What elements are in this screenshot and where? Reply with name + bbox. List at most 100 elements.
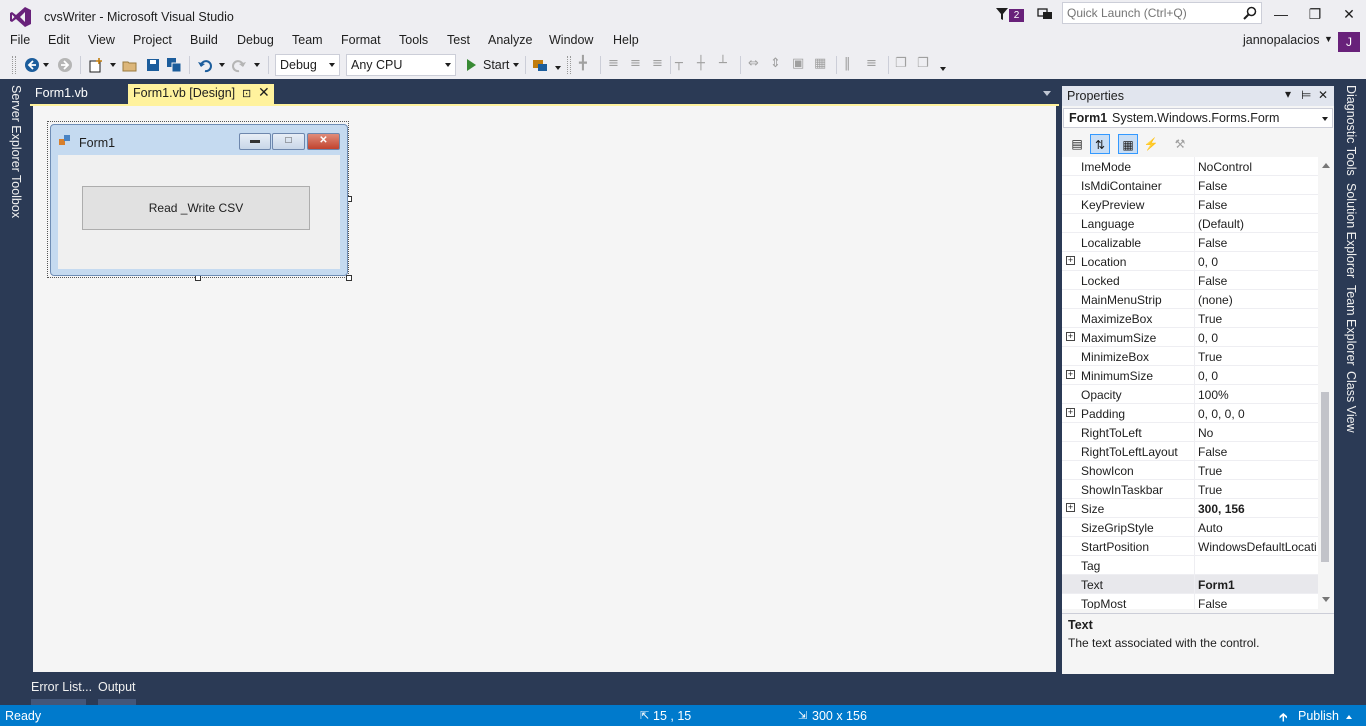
active-files-chevron-down-icon[interactable] xyxy=(1043,91,1051,96)
property-value[interactable]: False xyxy=(1198,445,1316,459)
align-bottoms-icon[interactable]: ┴ xyxy=(719,56,727,71)
tab-toolbox[interactable]: Toolbox xyxy=(9,175,23,218)
open-file-icon[interactable] xyxy=(122,57,138,73)
start-play-icon[interactable] xyxy=(463,57,479,73)
property-row[interactable]: Locked False xyxy=(1062,271,1318,290)
property-value[interactable]: 0, 0 xyxy=(1198,369,1316,383)
save-all-icon[interactable] xyxy=(166,57,182,73)
browser-link-chevron-down-icon[interactable] xyxy=(555,66,561,70)
property-row[interactable]: ShowIcon True xyxy=(1062,461,1318,480)
send-to-back-icon[interactable]: ❐ xyxy=(917,56,929,71)
redo-icon[interactable] xyxy=(231,57,247,73)
close-icon[interactable]: ✕ xyxy=(1318,88,1328,102)
property-row[interactable]: + Size 300, 156 xyxy=(1062,499,1318,518)
solution-configuration-dropdown[interactable]: Debug xyxy=(275,54,340,76)
expand-plus-icon[interactable]: + xyxy=(1066,408,1075,417)
property-value[interactable]: False xyxy=(1198,236,1316,250)
start-chevron-down-icon[interactable] xyxy=(513,63,519,67)
alphabetical-sort-icon[interactable]: ⇅ xyxy=(1090,134,1110,154)
tab-solution-explorer[interactable]: Solution Explorer xyxy=(1344,183,1358,278)
menu-build[interactable]: Build xyxy=(190,33,218,47)
property-value[interactable]: WindowsDefaultLocation xyxy=(1198,540,1316,554)
align-rights-icon[interactable]: ≡ xyxy=(652,56,663,71)
notifications-flag-icon[interactable] xyxy=(995,7,1009,21)
menu-analyze[interactable]: Analyze xyxy=(488,33,532,47)
property-row[interactable]: Localizable False xyxy=(1062,233,1318,252)
menu-file[interactable]: File xyxy=(10,33,30,47)
property-row[interactable]: + MaximumSize 0, 0 xyxy=(1062,328,1318,347)
property-value[interactable]: 0, 0 xyxy=(1198,255,1316,269)
property-row[interactable]: + MinimumSize 0, 0 xyxy=(1062,366,1318,385)
align-centers-icon[interactable]: ≡ xyxy=(630,56,641,71)
property-row[interactable]: + Location 0, 0 xyxy=(1062,252,1318,271)
search-icon[interactable] xyxy=(1243,6,1257,20)
navigate-back-icon[interactable] xyxy=(24,57,40,73)
property-value[interactable]: False xyxy=(1198,274,1316,288)
menu-project[interactable]: Project xyxy=(133,33,172,47)
resize-handle-bottom-right[interactable] xyxy=(346,275,352,281)
menu-edit[interactable]: Edit xyxy=(48,33,70,47)
start-debugging-button[interactable]: Start xyxy=(483,58,509,72)
publish-button[interactable]: Publish xyxy=(1298,709,1339,723)
design-surface[interactable]: Form1 ▬ □ ✕ Read _Write CSV xyxy=(33,106,1056,672)
scrollbar-thumb[interactable] xyxy=(1321,392,1329,562)
property-value[interactable]: False xyxy=(1198,179,1316,193)
solution-platform-dropdown[interactable]: Any CPU xyxy=(346,54,456,76)
form1-window[interactable]: Form1 ▬ □ ✕ Read _Write CSV xyxy=(50,124,348,276)
quick-launch-box[interactable] xyxy=(1062,2,1262,24)
property-grid-scrollbar[interactable] xyxy=(1318,157,1334,609)
expand-plus-icon[interactable]: + xyxy=(1066,503,1075,512)
property-pages-wrench-icon[interactable]: ⚒ xyxy=(1170,134,1190,154)
property-row[interactable]: KeyPreview False xyxy=(1062,195,1318,214)
property-value[interactable]: (none) xyxy=(1198,293,1316,307)
property-value[interactable]: True xyxy=(1198,464,1316,478)
property-row[interactable]: Tag xyxy=(1062,556,1318,575)
toolbar-overflow-chevron-icon[interactable] xyxy=(940,67,946,71)
property-row[interactable]: + Padding 0, 0, 0, 0 xyxy=(1062,404,1318,423)
property-row[interactable]: ImeMode NoControl xyxy=(1062,157,1318,176)
property-value[interactable]: 0, 0, 0, 0 xyxy=(1198,407,1316,421)
property-value[interactable]: No xyxy=(1198,426,1316,440)
notification-count-badge[interactable]: 2 xyxy=(1009,9,1024,22)
size-to-grid-icon[interactable]: ▦ xyxy=(814,56,826,71)
make-same-width-icon[interactable]: ⇔ xyxy=(748,56,759,71)
property-value[interactable]: False xyxy=(1198,597,1316,609)
tab-form1-vb[interactable]: Form1.vb xyxy=(30,84,93,104)
restore-button[interactable]: ❐ xyxy=(1300,4,1330,26)
property-row[interactable]: Text Form1 xyxy=(1062,575,1318,594)
align-middles-icon[interactable]: ┼ xyxy=(697,56,705,71)
menu-help[interactable]: Help xyxy=(613,33,639,47)
make-same-size-icon[interactable]: ▣ xyxy=(792,56,804,71)
make-same-height-icon[interactable]: ⇕ xyxy=(770,56,781,71)
account-chevron-down-icon[interactable]: ▼ xyxy=(1324,34,1333,44)
tab-server-explorer[interactable]: Server Explorer xyxy=(9,85,23,172)
quick-launch-input[interactable] xyxy=(1067,5,1237,21)
publish-arrow-up-icon[interactable]: 🡱 xyxy=(1279,708,1288,726)
menu-window[interactable]: Window xyxy=(549,33,593,47)
tab-error-list[interactable]: Error List... xyxy=(31,680,92,694)
toolbar-grip[interactable] xyxy=(567,56,571,74)
save-icon[interactable] xyxy=(145,57,161,73)
auto-hide-pin-icon[interactable]: ⊨ xyxy=(1301,88,1311,102)
navigate-forward-icon[interactable] xyxy=(57,57,73,73)
property-value[interactable]: False xyxy=(1198,198,1316,212)
scroll-up-arrow-icon[interactable] xyxy=(1322,163,1330,168)
property-row[interactable]: StartPosition WindowsDefaultLocation xyxy=(1062,537,1318,556)
property-value[interactable]: True xyxy=(1198,312,1316,326)
feedback-icon[interactable] xyxy=(1037,6,1053,22)
property-value[interactable]: True xyxy=(1198,483,1316,497)
property-value[interactable]: True xyxy=(1198,350,1316,364)
menu-tools[interactable]: Tools xyxy=(399,33,428,47)
avatar[interactable]: J xyxy=(1338,32,1360,52)
expand-plus-icon[interactable]: + xyxy=(1066,332,1075,341)
property-row[interactable]: RightToLeft No xyxy=(1062,423,1318,442)
undo-chevron-down-icon[interactable] xyxy=(219,63,225,67)
expand-plus-icon[interactable]: + xyxy=(1066,370,1075,379)
undo-icon[interactable] xyxy=(197,57,213,73)
new-project-icon[interactable] xyxy=(88,57,104,73)
property-row[interactable]: RightToLeftLayout False xyxy=(1062,442,1318,461)
align-lefts-icon[interactable]: ≡ xyxy=(608,56,619,71)
vertical-spacing-icon[interactable]: ≡ xyxy=(866,56,877,71)
property-value[interactable]: 0, 0 xyxy=(1198,331,1316,345)
property-row[interactable]: Opacity 100% xyxy=(1062,385,1318,404)
